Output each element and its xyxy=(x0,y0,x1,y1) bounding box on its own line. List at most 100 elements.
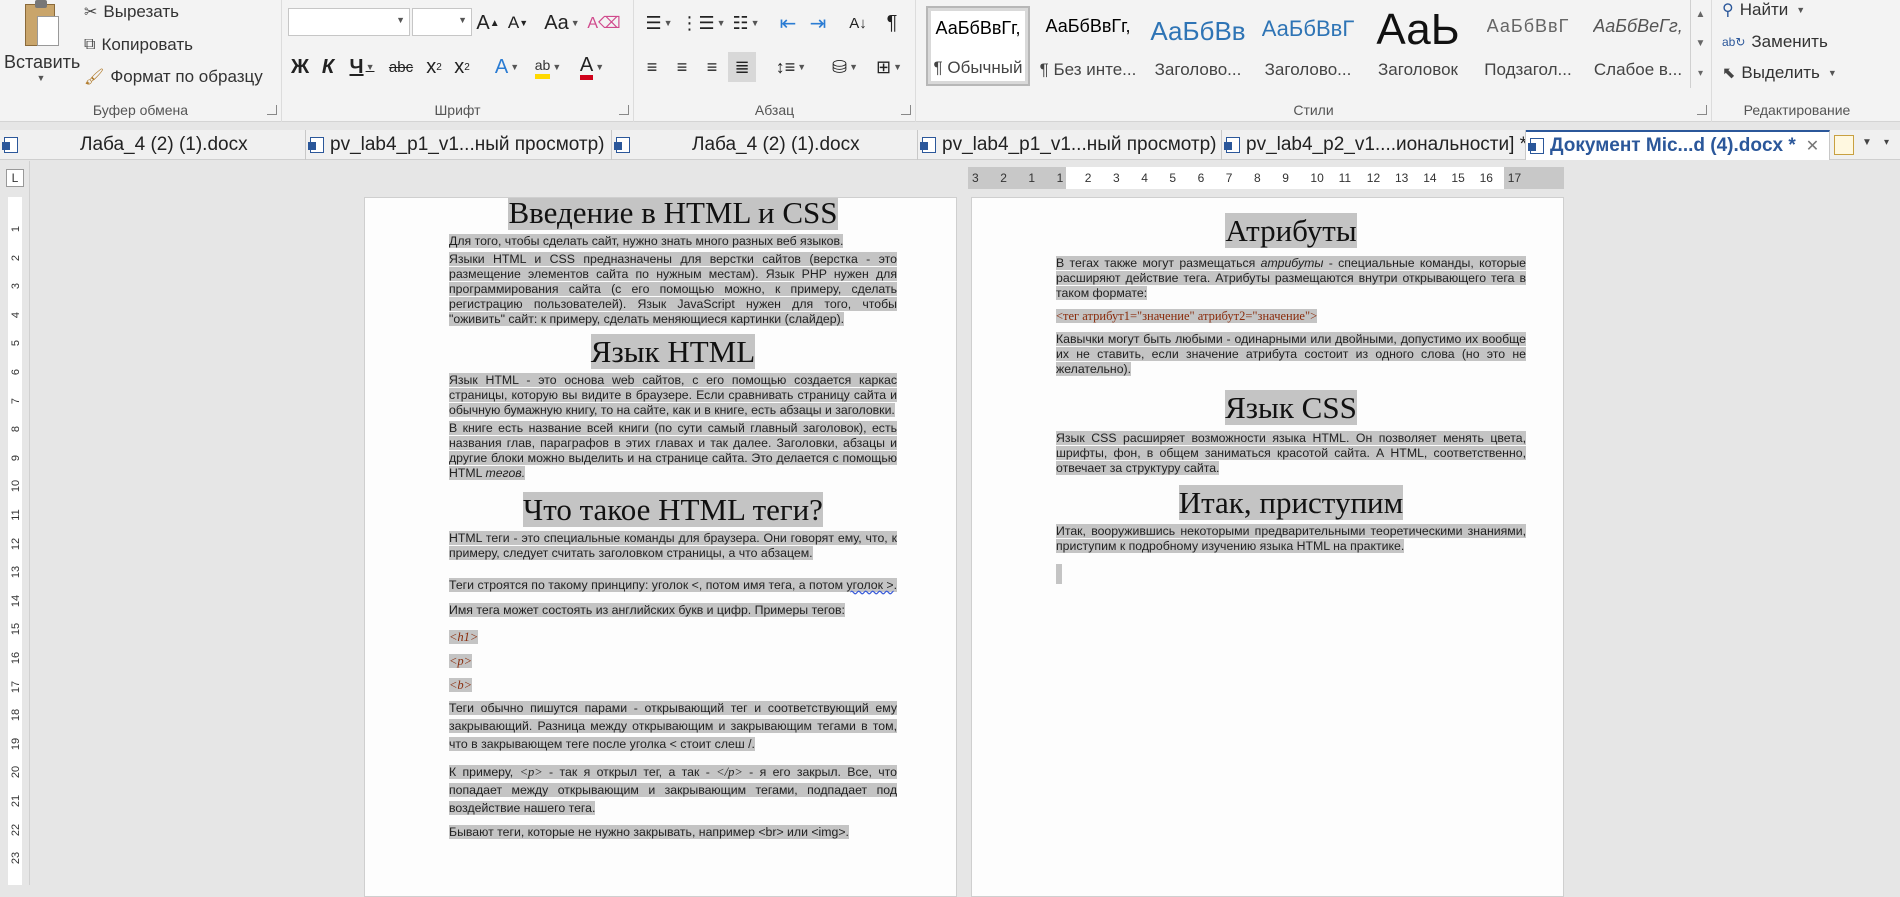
subscript-button[interactable]: x2 xyxy=(420,52,448,82)
tab-list-more-icon[interactable]: ▾ xyxy=(1884,137,1889,148)
numbering-button[interactable]: ⋮☰ ▼ xyxy=(680,8,725,38)
scroll-down-icon[interactable]: ▼ xyxy=(1696,38,1706,49)
style-normal[interactable]: АаБбВвГг, ¶ Обычный xyxy=(926,6,1030,86)
doc-tab[interactable]: pv_lab4_p1_v1...ный просмотр) xyxy=(918,130,1222,160)
doc-tab-label: Документ Mic...d (4).docx * xyxy=(1550,135,1796,156)
style-subtitle[interactable]: АаБбВвГ Подзагол... xyxy=(1476,6,1580,86)
horizontal-ruler: 3 2 1 1 2 3 4 5 6 7 8 9 10 11 12 13 14 15 16 17 xyxy=(968,167,1564,189)
style-heading-1[interactable]: АаБбВв Заголово... xyxy=(1146,6,1250,86)
scissors-icon: ✂ xyxy=(84,4,98,21)
ruler-tick-label: 12 xyxy=(1366,171,1381,185)
find-button[interactable]: ⚲ Найти ▼ xyxy=(1722,0,1805,20)
ruler-tick-label: 1 xyxy=(1056,171,1064,185)
justify-button[interactable]: ≣ xyxy=(728,52,756,82)
sort-button[interactable]: A↓ xyxy=(844,8,872,38)
close-tab-icon[interactable]: ✕ xyxy=(1806,136,1819,156)
doc-tab[interactable]: Лаба_4 (2) (1).docx xyxy=(612,130,918,160)
word-doc-icon xyxy=(614,137,630,153)
font-color-button[interactable]: A ▼ xyxy=(572,52,612,82)
ruler-tick-label: 10 xyxy=(1310,171,1324,185)
editing-group-label: Редактирование xyxy=(1743,102,1851,118)
cut-button[interactable]: ✂ Вырезать xyxy=(84,2,179,22)
justify-icon: ≣ xyxy=(734,56,750,77)
styles-launcher-icon[interactable] xyxy=(1697,105,1707,115)
text-effects-button[interactable]: A ▼ xyxy=(490,52,524,82)
ruler-tick-label: 4 xyxy=(10,311,22,318)
style-title[interactable]: АаЬ Заголовок xyxy=(1366,6,1470,86)
ruler-tick-label: 12 xyxy=(10,537,22,550)
ruler-tick-label: 22 xyxy=(10,823,22,836)
tab-list-dropdown-icon[interactable]: ▼ xyxy=(1862,137,1872,148)
ruler-tick-label: 11 xyxy=(1338,171,1352,185)
tab-selector[interactable]: L xyxy=(6,169,24,187)
subscript-icon: x xyxy=(426,55,437,78)
format-painter-button[interactable]: 🖌 Формат по образцу xyxy=(84,67,263,87)
bold-button[interactable]: Ж xyxy=(286,52,314,82)
paste-dropdown-icon[interactable]: ▼ xyxy=(4,73,78,83)
doc-tab[interactable]: pv_lab4_p1_v1...ный просмотр) xyxy=(306,130,612,160)
paragraph-group: ☰ ▼ ⋮☰ ▼ ☷ ▼ ⇤ ⇥ A↓ ¶ ≡ ≡ ≡ ≣ ↕≡ ▼ ⛁ ▼ ⊞ ▼ Абз… xyxy=(634,0,916,122)
clipboard-launcher-icon[interactable] xyxy=(267,105,277,115)
style-name: Заголово... xyxy=(1154,60,1242,79)
borders-button[interactable]: ⊞ ▼ xyxy=(868,52,910,82)
clear-format-button[interactable]: A⌫ xyxy=(587,8,620,38)
replace-button[interactable]: ab↻ Заменить xyxy=(1722,32,1828,52)
line-spacing-button[interactable]: ↕≡ ▼ xyxy=(770,52,812,82)
ribbon: Вставить ▼ ✂ Вырезать ⧉ Копировать 🖌 Фор… xyxy=(0,0,1900,122)
style-subtle-emphasis[interactable]: АаБбВеГг, Слабое в... xyxy=(1586,6,1690,86)
doc-tab[interactable]: Лаба_4 (2) (1).docx xyxy=(0,130,306,160)
increase-indent-button[interactable]: ⇥ xyxy=(804,8,832,38)
bullets-button[interactable]: ☰ ▼ xyxy=(638,8,680,38)
highlight-button[interactable]: ab ▼ xyxy=(528,52,568,82)
copy-button[interactable]: ⧉ Копировать xyxy=(84,35,193,55)
decrease-indent-button[interactable]: ⇤ xyxy=(774,8,802,38)
select-button[interactable]: ⬉ Выделить ▼ xyxy=(1722,63,1837,83)
styles-scroll[interactable]: ▲ ▼ ▾ xyxy=(1690,0,1710,88)
align-right-button[interactable]: ≡ xyxy=(698,52,726,82)
font-color-icon: A xyxy=(579,55,594,80)
align-center-button[interactable]: ≡ xyxy=(668,52,696,82)
clipboard-group-label: Буфер обмена xyxy=(92,102,189,118)
new-doc-tab-button[interactable] xyxy=(1834,135,1854,155)
font-size-select[interactable]: ▼ xyxy=(412,8,472,36)
change-case-button[interactable]: Aa ▼ xyxy=(542,8,582,38)
show-formatting-button[interactable]: ¶ xyxy=(878,8,906,38)
shrink-font-button[interactable]: A ▼ xyxy=(504,8,532,38)
style-heading-2[interactable]: АаБбВвГ Заголово... xyxy=(1256,6,1360,86)
scroll-up-icon[interactable]: ▲ xyxy=(1696,9,1706,20)
find-dropdown-icon[interactable]: ▼ xyxy=(1796,5,1805,15)
ruler-tick-label: 19 xyxy=(10,737,22,750)
multilevel-list-button[interactable]: ☷ ▼ xyxy=(726,8,766,38)
style-preview: АаБбВеГг, xyxy=(1593,16,1683,36)
doc-tab[interactable]: pv_lab4_p2_v1....иональности] * xyxy=(1222,130,1526,160)
font-launcher-icon[interactable] xyxy=(619,105,629,115)
doc-tab-active[interactable]: Документ Mic...d (4).docx * ✕ xyxy=(1526,130,1830,160)
paste-button[interactable]: Вставить ▼ xyxy=(4,0,80,96)
italic-button[interactable]: К xyxy=(314,52,342,82)
style-name: Подзагол... xyxy=(1484,60,1572,79)
style-name: ¶ Без инте... xyxy=(1039,60,1137,79)
font-name-dropdown-icon[interactable]: ▼ xyxy=(396,15,405,25)
align-left-button[interactable]: ≡ xyxy=(638,52,666,82)
style-name: Слабое в... xyxy=(1593,60,1683,79)
ruler-tick-label: 4 xyxy=(1141,171,1148,185)
paragraph-launcher-icon[interactable] xyxy=(901,105,911,115)
ruler-tick-label: 13 xyxy=(10,566,22,579)
change-case-icon: Aa xyxy=(544,11,569,34)
style-preview: АаБбВвГг, xyxy=(1045,16,1131,36)
select-dropdown-icon[interactable]: ▼ xyxy=(1828,68,1837,78)
style-no-spacing[interactable]: АаБбВвГг, ¶ Без инте... xyxy=(1036,6,1140,86)
underline-button[interactable]: Ч ▼ xyxy=(342,52,382,82)
vertical-ruler: L 1 2 3 4 5 6 7 8 9 10 11 12 13 14 15 16 17 18 19 20 21 22 23 xyxy=(0,161,30,885)
shading-button[interactable]: ⛁ ▼ xyxy=(824,52,866,82)
grow-font-icon: A xyxy=(476,11,490,34)
strikethrough-button[interactable]: abc xyxy=(384,52,418,82)
font-name-select[interactable]: ▼ xyxy=(288,8,410,36)
doc-tab-label: pv_lab4_p1_v1...ный просмотр) xyxy=(330,134,605,155)
paragraph: Языки HTML и CSS предназначены для верст… xyxy=(449,252,897,326)
font-size-dropdown-icon[interactable]: ▼ xyxy=(458,15,467,25)
grow-font-button[interactable]: A ▲ xyxy=(474,8,502,38)
word-doc-icon xyxy=(308,137,324,153)
more-styles-icon[interactable]: ▾ xyxy=(1698,68,1703,79)
superscript-button[interactable]: x2 xyxy=(448,52,476,82)
